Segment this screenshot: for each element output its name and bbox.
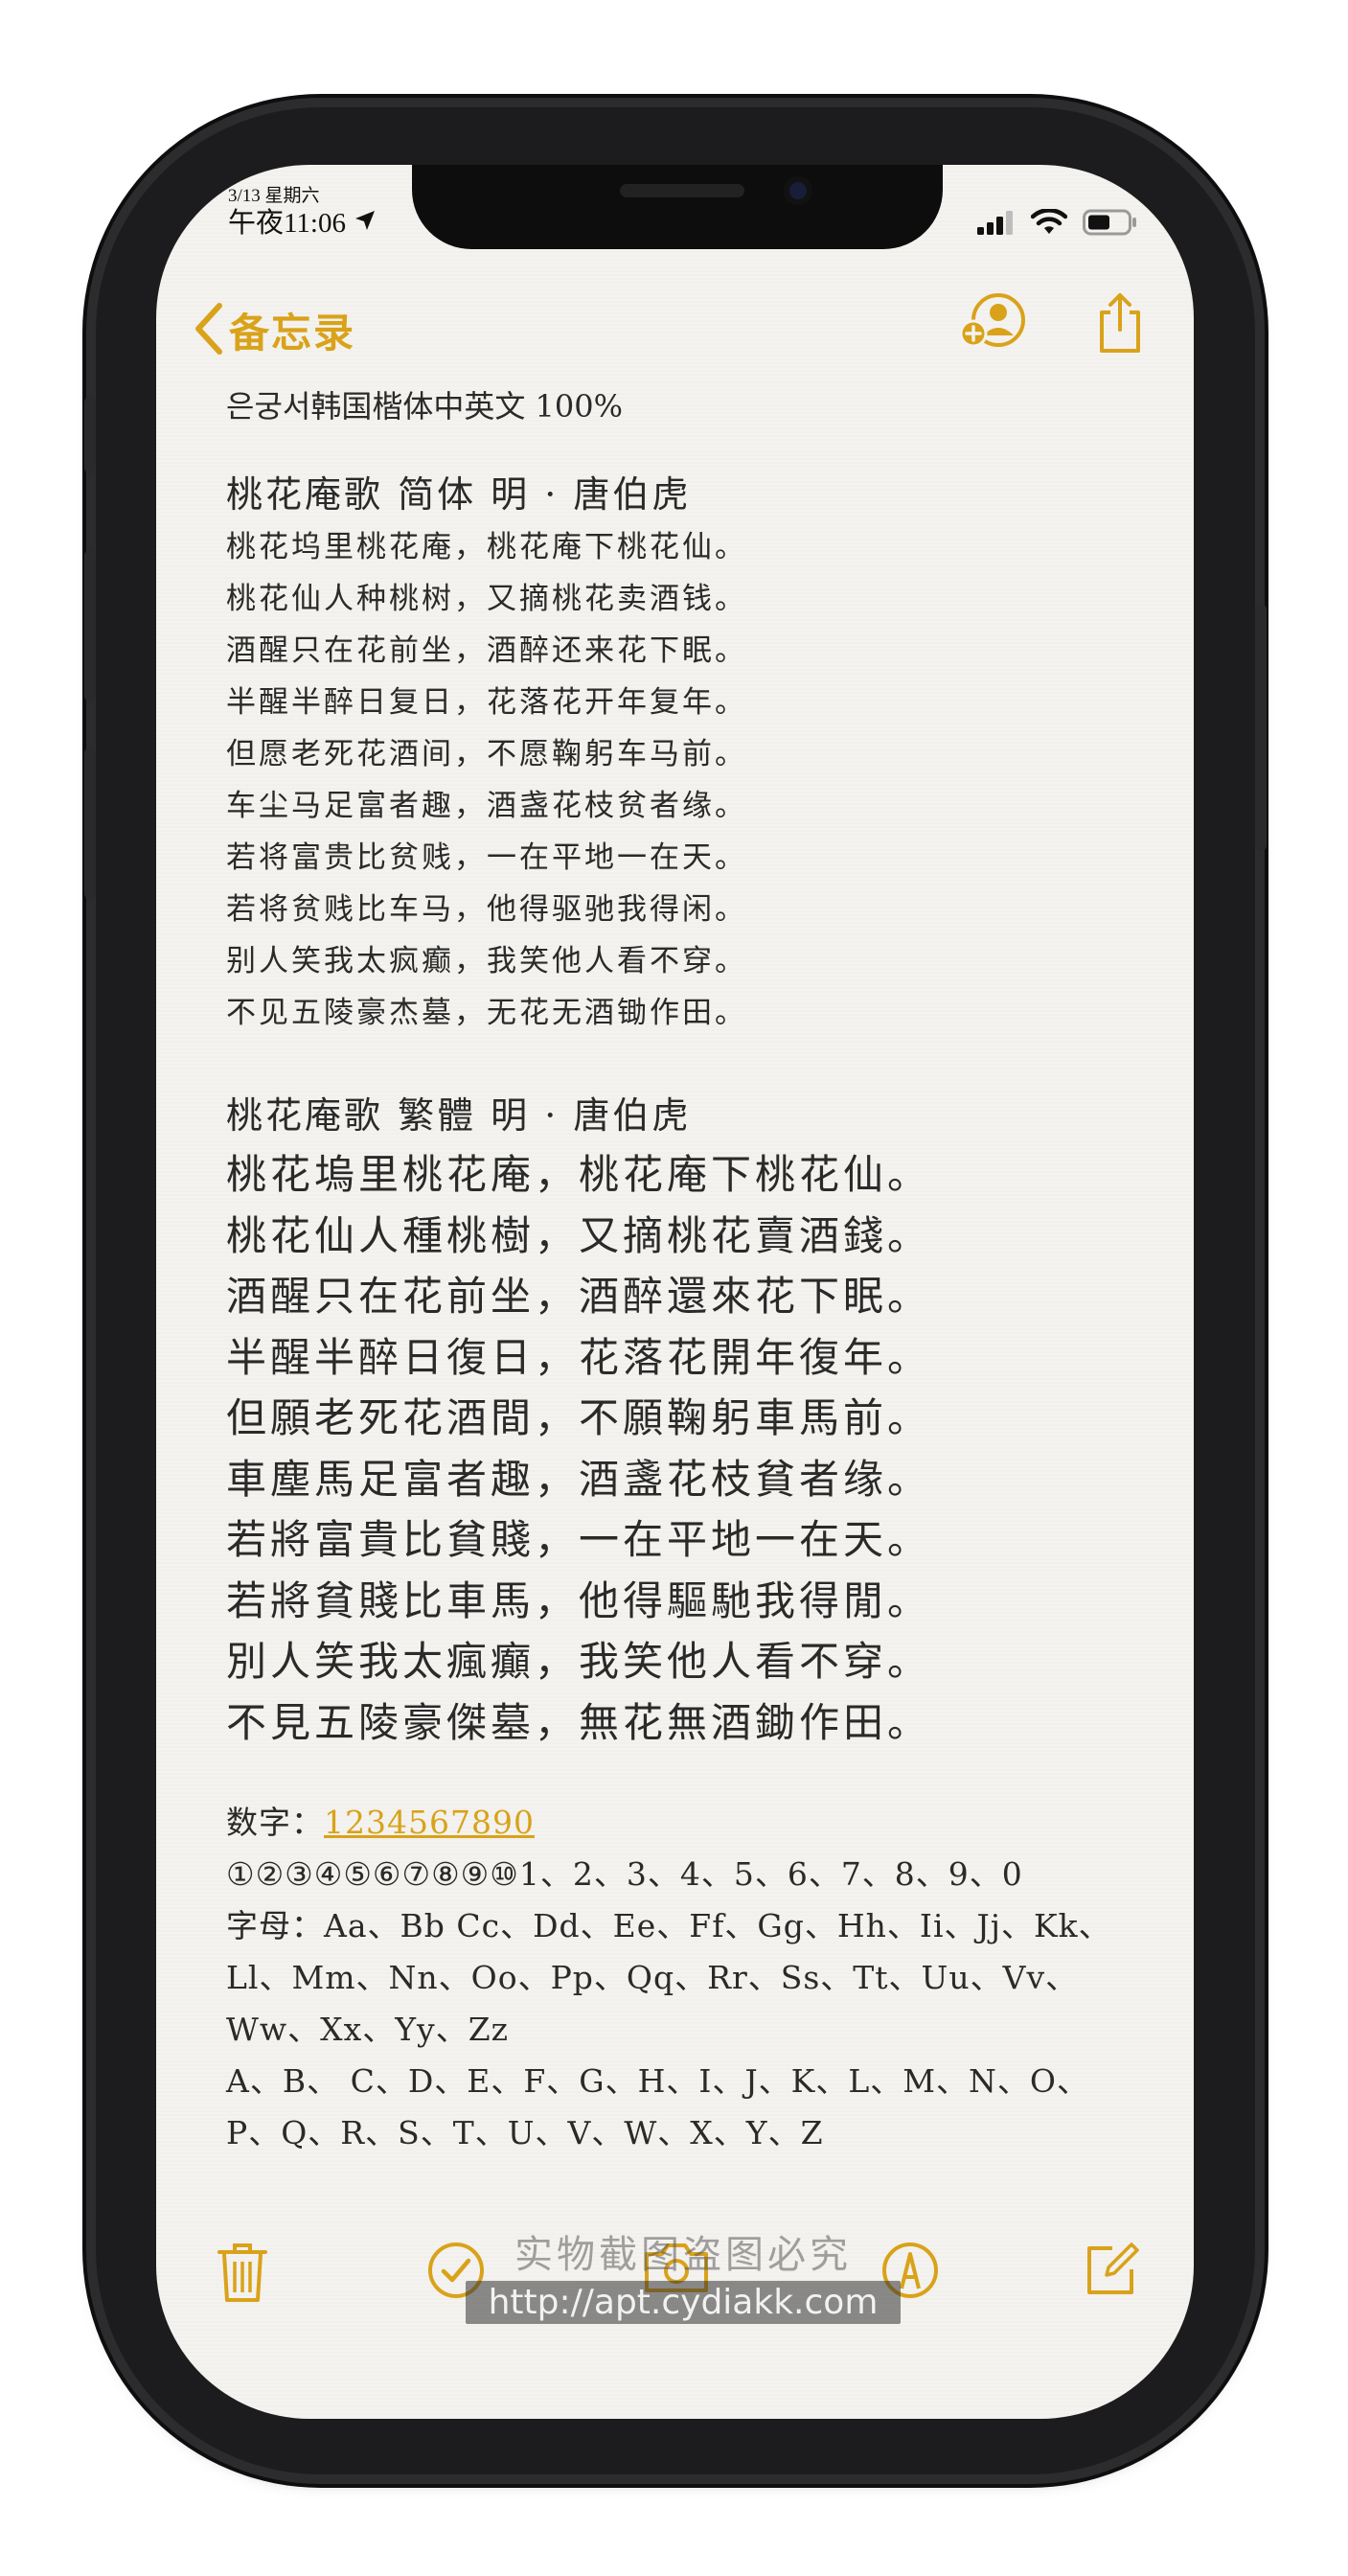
- simplified-title: 桃花庵歌 简体 明 · 唐伯虎: [226, 473, 692, 516]
- earpiece-speaker: [620, 184, 744, 197]
- share-icon[interactable]: [1094, 291, 1146, 358]
- poem-line: 桃花仙人種桃樹，又摘桃花賣酒錢。: [226, 1211, 932, 1259]
- poem-line: 若将贫贱比车马，他得驱驰我得闲。: [226, 892, 747, 927]
- front-camera: [784, 176, 812, 205]
- poem-line: 桃花塢里桃花庵，桃花庵下桃花仙。: [226, 1151, 932, 1198]
- status-date: 3/13 星期六: [228, 186, 320, 206]
- nav-actions: [958, 291, 1146, 358]
- letters-line: Ww、Xx、Yy、Zz: [226, 2011, 510, 2048]
- notch: [412, 165, 943, 249]
- letters-line: Ll、Mm、Nn、Oo、Pp、Qq、Rr、Ss、Tt、Uu、Vv、: [226, 1959, 1079, 1996]
- back-button-label: 备忘录: [229, 310, 356, 356]
- poem-line: 别人笑我太疯癫，我笑他人看不穿。: [226, 944, 747, 978]
- add-person-icon[interactable]: [958, 291, 1027, 358]
- wifi-icon: [1030, 208, 1068, 240]
- uppercase-line: A、B、 C、D、E、F、G、H、I、J、K、L、M、N、O、: [226, 2062, 1089, 2100]
- digits-label: 数字：: [226, 1804, 324, 1841]
- poem-line: 酒醒只在花前坐，酒醉还来花下眠。: [226, 633, 747, 668]
- trash-icon[interactable]: [216, 2241, 269, 2308]
- status-bar-left: 3/13 星期六 午夜11:06: [228, 186, 377, 240]
- poem-line: 半醒半醉日复日，花落花开年复年。: [226, 685, 747, 720]
- poem-line: 若将富贵比贫贱，一在平地一在天。: [226, 840, 747, 875]
- letters-line: 字母：Aa、Bb Cc、Dd、Ee、Ff、Gg、Hh、Ii、Jj、Kk、: [226, 1907, 1111, 1944]
- poem-line: 車塵馬足富者趣，酒盞花枝貧者缘。: [226, 1455, 932, 1503]
- poem-line: 酒醒只在花前坐，酒醉還來花下眠。: [226, 1273, 932, 1320]
- traditional-title: 桃花庵歌 繁體 明 · 唐伯虎: [226, 1094, 692, 1137]
- status-time: 午夜11:06: [228, 208, 346, 239]
- cellular-signal-icon: [977, 210, 1016, 239]
- volume-up-button: [84, 550, 96, 702]
- traditional-poem: 桃花塢里桃花庵，桃花庵下桃花仙。 桃花仙人種桃樹，又摘桃花賣酒錢。 酒醒只在花前…: [226, 1144, 1146, 1753]
- simplified-poem: 桃花坞里桃花庵，桃花庵下桃花仙。 桃花仙人种桃树，又摘桃花卖酒钱。 酒醒只在花前…: [226, 521, 1146, 1039]
- poem-line: 桃花坞里桃花庵，桃花庵下桃花仙。: [226, 530, 747, 564]
- note-body[interactable]: 은궁서韩国楷体中英文 100% 桃花庵歌 简体 明 · 唐伯虎 桃花坞里桃花庵，…: [226, 387, 1146, 2159]
- poem-line: 不见五陵豪杰墓，无花无酒锄作田。: [226, 996, 747, 1030]
- poem-line: 別人笑我太瘋癲，我笑他人看不穿。: [226, 1638, 932, 1685]
- phone-screen: 3/13 星期六 午夜11:06 备忘录 은궁서韩国楷体中英文 100% 桃花庵…: [156, 165, 1194, 2419]
- poem-line: 车尘马足富者趣，酒盏花枝贫者缘。: [226, 789, 747, 823]
- status-time-row: 午夜11:06: [228, 207, 377, 240]
- watermark-line1: 实物截图盗图必究: [514, 2233, 852, 2277]
- battery-icon: [1083, 209, 1138, 240]
- watermark: 实物截图盗图必究 http://apt.cydiakk.com: [367, 2223, 999, 2324]
- watermark-line2: http://apt.cydiakk.com: [465, 2281, 902, 2324]
- silent-switch: [84, 397, 96, 473]
- digits-row: 数字：1234567890: [226, 1797, 1146, 1849]
- volume-down-button: [84, 748, 96, 899]
- poem-line: 不見五陵豪傑墓，無花無酒鋤作田。: [226, 1698, 932, 1746]
- poem-line: 半醒半醉日復日，花落花開年復年。: [226, 1333, 932, 1381]
- numbers-line: ①②③④⑤⑥⑦⑧⑨⑩1、2、3、4、5、6、7、8、9、0: [226, 1855, 1023, 1893]
- poem-line: 若將富貴比貧賤，一在平地一在天。: [226, 1516, 932, 1563]
- poem-line: 但願老死花酒間，不願鞠躬車馬前。: [226, 1394, 932, 1441]
- chevron-left-icon: [193, 302, 225, 359]
- uppercase-line: P、Q、R、S、T、U、V、W、X、Y、Z: [226, 2114, 824, 2151]
- poem-line: 桃花仙人种桃树，又摘桃花卖酒钱。: [226, 582, 747, 616]
- location-arrow-icon: [354, 207, 377, 240]
- digits-link[interactable]: 1234567890: [324, 1804, 535, 1841]
- back-button[interactable]: 备忘录: [193, 301, 355, 359]
- status-bar-right: [977, 208, 1138, 240]
- note-header: 은궁서韩国楷体中英文 100%: [226, 388, 623, 425]
- power-button: [1255, 604, 1267, 851]
- poem-line: 若將貧賤比車馬，他得驅馳我得閒。: [226, 1576, 932, 1624]
- compose-icon[interactable]: [1084, 2241, 1141, 2302]
- poem-line: 但愿老死花酒间，不愿鞠躬车马前。: [226, 737, 747, 771]
